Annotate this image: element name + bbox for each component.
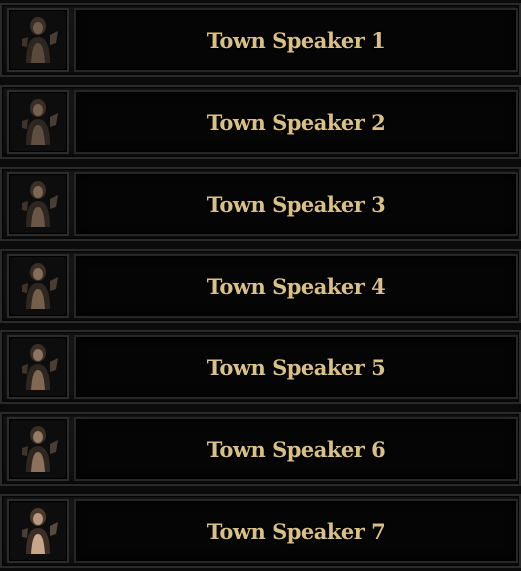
town-speaker-portrait-icon <box>12 504 64 558</box>
portrait-frame <box>7 172 69 236</box>
speaker-name: Town Speaker 3 <box>206 191 386 217</box>
speaker-name-panel: Town Speaker 3 <box>74 172 518 236</box>
speaker-name: Town Speaker 1 <box>206 27 386 53</box>
town-speaker-portrait-icon <box>12 259 64 313</box>
speaker-name-panel: Town Speaker 5 <box>74 335 518 399</box>
speaker-list: Town Speaker 1 Town Speaker 2 Town Speak… <box>0 0 521 571</box>
speaker-name-panel: Town Speaker 6 <box>74 417 518 481</box>
speaker-row-3[interactable]: Town Speaker 3 <box>0 167 521 241</box>
speaker-name: Town Speaker 2 <box>206 109 386 135</box>
portrait-frame <box>7 335 69 399</box>
speaker-name-panel: Town Speaker 1 <box>74 8 518 72</box>
speaker-row-4[interactable]: Town Speaker 4 <box>0 249 521 323</box>
portrait-frame <box>7 90 69 154</box>
speaker-name-panel: Town Speaker 4 <box>74 254 518 318</box>
speaker-row-7[interactable]: Town Speaker 7 <box>0 494 521 568</box>
speaker-name-panel: Town Speaker 2 <box>74 90 518 154</box>
speaker-row-6[interactable]: Town Speaker 6 <box>0 412 521 486</box>
town-speaker-portrait-icon <box>12 13 64 67</box>
town-speaker-portrait-icon <box>12 95 64 149</box>
speaker-row-5[interactable]: Town Speaker 5 <box>0 330 521 404</box>
speaker-name: Town Speaker 4 <box>206 273 386 299</box>
speaker-row-1[interactable]: Town Speaker 1 <box>0 3 521 77</box>
portrait-frame <box>7 499 69 563</box>
town-speaker-portrait-icon <box>12 422 64 476</box>
speaker-name-panel: Town Speaker 7 <box>74 499 518 563</box>
portrait-frame <box>7 8 69 72</box>
speaker-name: Town Speaker 5 <box>206 354 386 380</box>
portrait-frame <box>7 417 69 481</box>
portrait-frame <box>7 254 69 318</box>
town-speaker-portrait-icon <box>12 340 64 394</box>
speaker-row-2[interactable]: Town Speaker 2 <box>0 85 521 159</box>
town-speaker-portrait-icon <box>12 177 64 231</box>
speaker-name: Town Speaker 7 <box>206 518 386 544</box>
speaker-name: Town Speaker 6 <box>206 436 386 462</box>
